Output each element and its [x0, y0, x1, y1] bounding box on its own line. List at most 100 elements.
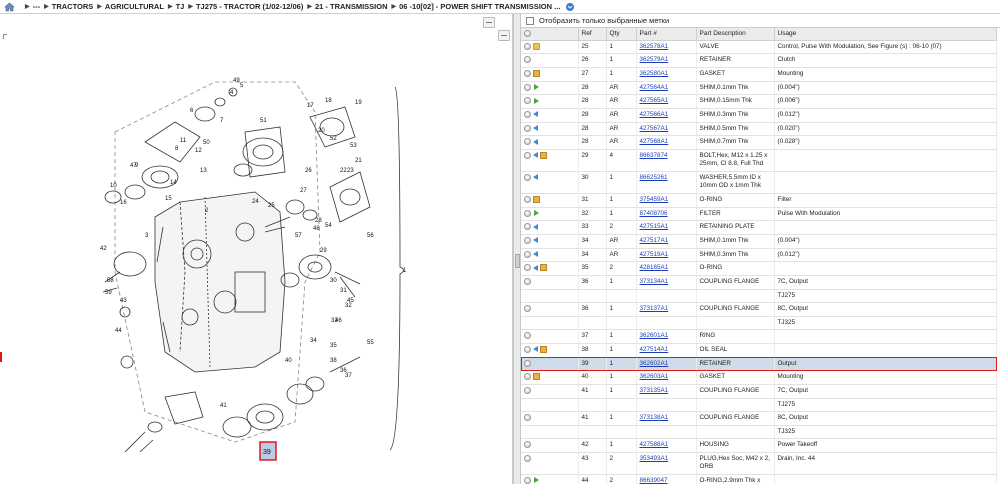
part-number-link[interactable]: 87408706 — [640, 210, 668, 217]
select-radio-icon[interactable] — [524, 236, 531, 244]
part-number-link[interactable]: 353493A1 — [640, 455, 669, 462]
table-row[interactable]: 30 1 86625261 WASHER,5.5mm ID x 10mm OD x 1… — [521, 171, 997, 194]
fit-view-button[interactable] — [498, 30, 510, 41]
callout-7[interactable]: 7 — [220, 118, 224, 124]
select-radio-icon[interactable] — [524, 441, 531, 449]
select-radio-icon[interactable] — [524, 42, 531, 50]
table-row[interactable]: 42 1 427588A1 HOUSING Power Takeoff — [521, 438, 997, 453]
callout-38[interactable]: 38 — [330, 358, 337, 364]
select-radio-icon[interactable] — [524, 454, 531, 462]
callout-15[interactable]: 15 — [165, 196, 172, 202]
select-radio-icon[interactable] — [524, 414, 531, 422]
part-number-link[interactable]: 362580A1 — [640, 70, 669, 77]
callout-41[interactable]: 41 — [220, 403, 227, 409]
part-number-link[interactable]: 427588A1 — [640, 441, 669, 448]
callout-17[interactable]: 17 — [307, 103, 314, 109]
callout-30[interactable]: 30 — [330, 278, 337, 284]
show-selected-only-checkbox[interactable] — [526, 16, 534, 25]
callout-23[interactable]: 23 — [347, 168, 354, 174]
table-row[interactable]: 33 2 427515A1 RETAINING PLATE — [521, 220, 997, 235]
select-radio-icon[interactable] — [524, 110, 531, 118]
part-number-link[interactable]: 362578A1 — [640, 43, 669, 50]
table-row[interactable]: 34 AR 427519A1 SHIM,0.3mm Thk (0.012") — [521, 248, 997, 263]
home-icon[interactable] — [4, 2, 15, 12]
part-number-link[interactable]: 362579A1 — [640, 56, 669, 63]
callout-13[interactable]: 13 — [200, 168, 207, 174]
select-radio-icon[interactable] — [524, 151, 531, 159]
callout-49[interactable]: 49 — [233, 78, 240, 84]
callout-34[interactable]: 34 — [310, 338, 317, 344]
select-radio-icon[interactable] — [524, 124, 531, 132]
callout-16[interactable]: 16 — [120, 200, 127, 206]
exploded-parts-diagram[interactable]: 123456789101112131415161718 19202122 23242… — [85, 22, 485, 472]
callout-5[interactable]: 5 — [240, 83, 244, 89]
callout-24[interactable]: 24 — [252, 199, 259, 205]
table-row[interactable]: 36 1 373137A1 COUPLING FLANGE 8C, Output — [521, 302, 997, 317]
breadcrumb-item[interactable]: ▶ TRACTORS — [40, 2, 93, 11]
callout-28[interactable]: 28 — [315, 218, 322, 224]
header-part-number[interactable]: Part # — [636, 28, 697, 41]
table-row[interactable]: 28 AR 427564A1 SHIM,0.1mm Thk (0.004") — [521, 81, 997, 96]
callout-21[interactable]: 21 — [355, 158, 362, 164]
table-row[interactable]: 40 1 362603A1 GASKET Mounting — [521, 370, 997, 385]
table-row[interactable]: 28 AR 427565A1 SHIM,0.15mm Thk (0.006") — [521, 94, 997, 109]
callout-31[interactable]: 31 — [340, 288, 347, 294]
select-radio-icon[interactable] — [524, 277, 531, 285]
header-qty[interactable]: Qty — [606, 28, 637, 41]
callout-53[interactable]: 53 — [350, 143, 357, 149]
select-radio-icon[interactable] — [524, 476, 531, 484]
header-part-description[interactable]: Part Description — [696, 28, 775, 41]
part-number-link[interactable]: 427519A1 — [640, 251, 669, 258]
part-number-link[interactable]: 427515A1 — [640, 223, 669, 230]
select-radio-icon[interactable] — [524, 264, 531, 272]
callout-14[interactable]: 14 — [170, 180, 177, 186]
callout-52[interactable]: 52 — [330, 136, 337, 142]
part-number-link[interactable]: 86625261 — [640, 174, 668, 181]
part-number-link[interactable]: 427517A1 — [640, 237, 669, 244]
part-number-link[interactable]: 362602A1 — [640, 360, 669, 367]
select-radio-icon[interactable] — [524, 69, 531, 77]
table-row[interactable]: 39 1 362602A1 RETAINER Output — [521, 357, 997, 372]
callout-55[interactable]: 55 — [367, 340, 374, 346]
callout-18[interactable]: 18 — [325, 98, 332, 104]
table-row[interactable]: 28 AR 427566A1 SHIM,0.3mm Thk (0.012") — [521, 108, 997, 123]
panel-splitter[interactable] — [513, 14, 521, 484]
select-radio-icon[interactable] — [524, 56, 531, 64]
callout-48[interactable]: 48 — [313, 226, 320, 232]
part-number-link[interactable]: 86639047 — [640, 477, 668, 484]
part-number-link[interactable]: 427514A1 — [640, 346, 669, 353]
callout-51[interactable]: 51 — [260, 118, 267, 124]
table-row[interactable]: 25 1 362578A1 VALVE Control, Pulse With Modu… — [521, 40, 997, 55]
callout-54[interactable]: 54 — [325, 223, 332, 229]
callout-56[interactable]: 56 — [367, 233, 374, 239]
part-number-link[interactable]: 373134A1 — [640, 278, 669, 285]
part-number-link[interactable]: 373138A1 — [640, 414, 669, 421]
table-row[interactable]: 36 1 373134A1 COUPLING FLANGE 7C, Output — [521, 275, 997, 290]
select-radio-icon[interactable] — [524, 373, 531, 381]
callout-37[interactable]: 37 — [345, 373, 352, 379]
callout-4[interactable]: 4 — [230, 90, 234, 96]
callout-44[interactable]: 44 — [115, 328, 122, 334]
callout-1[interactable]: 1 — [403, 268, 407, 274]
callout-58[interactable]: 58 — [107, 278, 114, 284]
table-row[interactable]: 29 4 86637874 BOLT,Hex, M12 x 1.25 x 25mm, … — [521, 149, 997, 172]
part-number-link[interactable]: 373137A1 — [640, 305, 669, 312]
callout-57[interactable]: 57 — [295, 233, 302, 239]
select-radio-icon[interactable] — [524, 195, 531, 203]
select-radio-icon[interactable] — [524, 250, 531, 258]
table-row[interactable]: 26 1 362579A1 RETAINER Clutch — [521, 53, 997, 68]
part-number-link[interactable]: 427564A1 — [640, 84, 669, 91]
part-number-link[interactable]: 375459A1 — [640, 196, 669, 203]
part-number-link[interactable]: 427568A1 — [640, 138, 669, 145]
part-number-link[interactable]: 86637874 — [640, 152, 668, 159]
callout-19[interactable]: 19 — [355, 100, 362, 106]
table-row[interactable]: 28 AR 427568A1 SHIM,0.7mm Thk (0.028") — [521, 135, 997, 150]
callout-11[interactable]: 11 — [180, 138, 187, 144]
callout-26[interactable]: 26 — [305, 168, 312, 174]
table-row[interactable]: 35 2 428165A1 O-RING — [521, 261, 997, 276]
callout-50[interactable]: 50 — [203, 140, 210, 146]
table-row[interactable]: 28 AR 427567A1 SHIM,0.5mm Thk (0.020") — [521, 122, 997, 137]
part-number-link[interactable]: 428165A1 — [640, 264, 669, 271]
select-radio-icon[interactable] — [524, 223, 531, 231]
callout-10[interactable]: 10 — [110, 183, 117, 189]
